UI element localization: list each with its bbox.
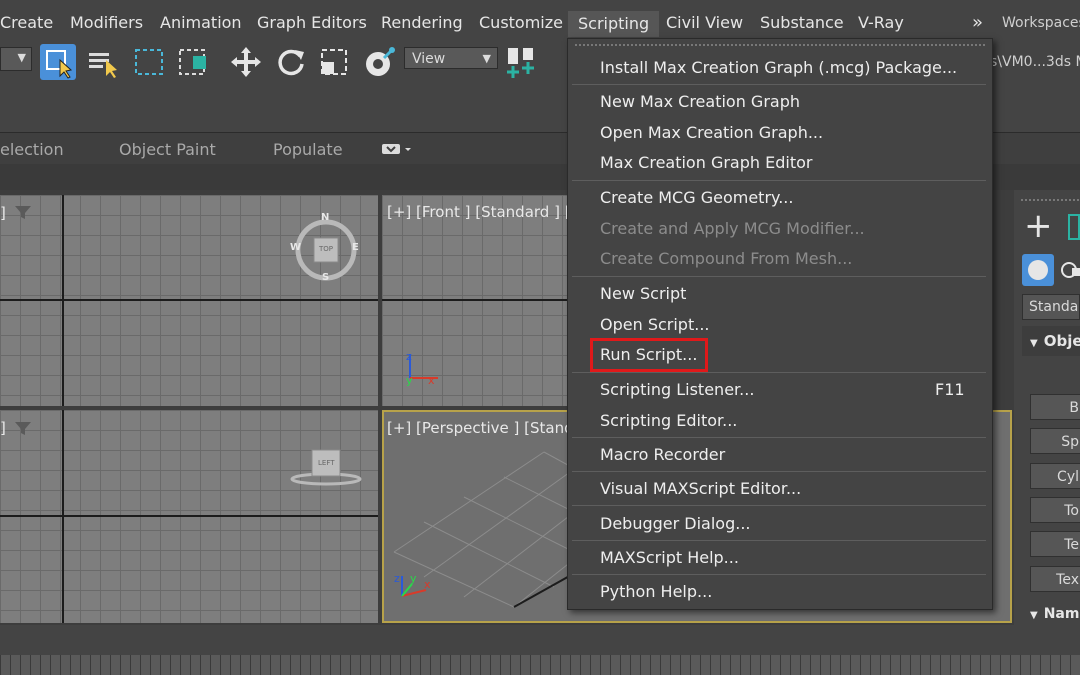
selection-filter-dropdown[interactable]: ▼	[0, 47, 32, 71]
menu-item-maxscript-help[interactable]: MAXScript Help...	[600, 548, 739, 568]
viewport-left[interactable]	[0, 410, 378, 623]
reference-coordinate-dropdown[interactable]: View ▼	[404, 47, 498, 69]
ribbon-tab-selection[interactable]: election	[0, 140, 64, 159]
workspaces-label[interactable]: Workspaces	[1002, 15, 1080, 31]
panel-grip[interactable]	[1020, 198, 1080, 202]
svg-text:y: y	[406, 374, 413, 386]
menu-item-open-mcg[interactable]: Open Max Creation Graph...	[600, 123, 823, 143]
menu-scripting[interactable]: Scripting	[568, 11, 660, 37]
rollout-title: Obje	[1043, 332, 1080, 350]
svg-text:y: y	[410, 572, 417, 585]
menu-create[interactable]: Create	[0, 12, 53, 34]
shapes-category-icon[interactable]	[1060, 258, 1080, 282]
menu-item-create-apply-mcg-modifier: Create and Apply MCG Modifier...	[600, 219, 865, 238]
svg-text:z: z	[394, 572, 400, 585]
rollout-collapse-icon: ▼	[1030, 610, 1038, 621]
move-icon[interactable]	[228, 44, 264, 80]
place-pivot-icon[interactable]	[362, 44, 398, 80]
viewcube-face-label: TOP	[319, 245, 334, 253]
menu-item-python-help[interactable]: Python Help...	[600, 582, 712, 602]
select-object-icon[interactable]	[40, 44, 76, 80]
viewport-top-label[interactable]: ]	[0, 204, 6, 222]
geometry-category-icon[interactable]	[1022, 254, 1054, 286]
pivot-center-icon[interactable]	[504, 44, 540, 80]
file-path-text: s\VM0...3ds M	[990, 54, 1080, 70]
menu-rendering[interactable]: Rendering	[381, 12, 463, 34]
scripting-listener-shortcut: F11	[935, 380, 965, 399]
menu-modifiers[interactable]: Modifiers	[70, 12, 143, 34]
select-by-name-icon[interactable]	[86, 44, 122, 80]
torus-button[interactable]: To	[1030, 497, 1080, 523]
ribbon-tab-populate[interactable]: Populate	[273, 140, 343, 159]
menu-graph-editors[interactable]: Graph Editors	[257, 12, 367, 34]
menu-item-debugger-dialog[interactable]: Debugger Dialog...	[600, 514, 751, 534]
rollout-title: Nam	[1043, 606, 1080, 622]
viewport-perspective-label[interactable]: [+] [Perspective ] [Stand	[387, 419, 574, 437]
viewcube-face-label: LEFT	[318, 459, 335, 467]
filter-icon[interactable]	[14, 204, 32, 220]
reference-coordinate-value: View	[412, 51, 446, 67]
menu-civil-view[interactable]: Civil View	[666, 12, 743, 34]
viewport-left-label[interactable]: ]	[0, 419, 6, 437]
run-script-highlight-box	[590, 338, 708, 372]
svg-text:x: x	[424, 578, 431, 591]
menu-item-macro-recorder[interactable]: Macro Recorder	[600, 445, 725, 465]
viewcube-left-icon[interactable]: LEFT	[290, 446, 362, 486]
primitive-type-dropdown[interactable]: Standar	[1022, 294, 1080, 320]
menu-item-create-compound-from-mesh: Create Compound From Mesh...	[600, 249, 853, 268]
box-button[interactable]: B	[1030, 394, 1080, 420]
menu-item-scripting-listener[interactable]: Scripting Listener...	[600, 380, 754, 400]
compass-west: W	[290, 242, 302, 253]
menu-animation[interactable]: Animation	[160, 12, 242, 34]
name-color-rollout[interactable]: ▼ Nam	[1022, 606, 1080, 626]
svg-text:z: z	[406, 350, 412, 363]
window-crossing-icon[interactable]	[176, 44, 212, 80]
menu-item-create-mcg-geometry[interactable]: Create MCG Geometry...	[600, 188, 793, 208]
svg-text:x: x	[428, 374, 435, 386]
menu-item-new-mcg[interactable]: New Max Creation Graph	[600, 92, 800, 112]
menu-item-visual-maxscript-editor[interactable]: Visual MAXScript Editor...	[600, 479, 801, 499]
filter-icon[interactable]	[14, 420, 32, 436]
menu-item-new-script[interactable]: New Script	[600, 284, 686, 304]
object-type-rollout[interactable]: ▼ Obje	[1022, 326, 1080, 356]
chevron-down-icon: ▼	[482, 52, 491, 65]
compass-south: S	[322, 272, 330, 283]
menu-item-open-script[interactable]: Open Script...	[600, 315, 709, 335]
teapot-button[interactable]: Te	[1030, 531, 1080, 557]
compass-east: E	[352, 242, 359, 253]
ribbon-tab-object-paint[interactable]: Object Paint	[119, 140, 216, 159]
axis-tripod-icon: zy x	[400, 346, 444, 387]
cylinder-button[interactable]: Cyl	[1030, 463, 1080, 489]
menu-customize[interactable]: Customize	[479, 12, 563, 34]
scale-icon[interactable]	[318, 44, 354, 80]
viewcube-compass-icon[interactable]: N S E W TOP	[290, 212, 362, 286]
modify-tab-icon[interactable]	[1068, 214, 1080, 240]
menu-vray[interactable]: V-Ray	[858, 12, 904, 34]
rectangular-selection-icon[interactable]	[132, 44, 168, 80]
create-tab-plus-icon[interactable]: +	[1024, 206, 1060, 246]
menu-item-mcg-editor[interactable]: Max Creation Graph Editor	[600, 153, 812, 173]
menu-item-scripting-editor[interactable]: Scripting Editor...	[600, 411, 737, 431]
viewport-front-label[interactable]: [+] [Front ] [Standard ] [	[387, 203, 571, 221]
menu-substance[interactable]: Substance	[760, 12, 844, 34]
more-menus-chevron-icon[interactable]: »	[972, 12, 983, 33]
rollout-collapse-icon: ▼	[1030, 338, 1038, 349]
textplus-button[interactable]: Tex	[1030, 566, 1080, 592]
axis-tripod-icon: zyx	[392, 566, 436, 606]
menu-item-install-mcg-package[interactable]: Install Max Creation Graph (.mcg) Packag…	[600, 58, 957, 78]
ribbon-options-icon[interactable]	[382, 141, 412, 155]
timeline-track[interactable]	[0, 655, 1080, 675]
sphere-button[interactable]: Sp	[1030, 428, 1080, 454]
rotate-icon[interactable]	[273, 44, 309, 80]
compass-north: N	[321, 212, 330, 223]
